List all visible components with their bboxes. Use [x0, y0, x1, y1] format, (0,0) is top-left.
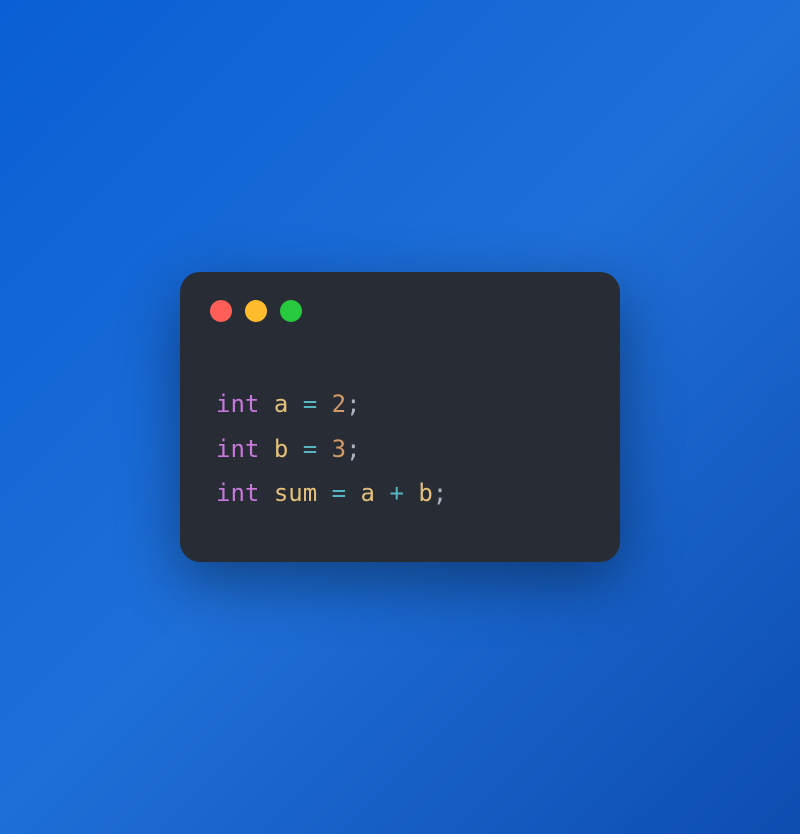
- close-icon[interactable]: [210, 300, 232, 322]
- code-token: =: [303, 435, 317, 463]
- code-token: int: [216, 435, 259, 463]
- code-token: ;: [346, 390, 360, 418]
- code-line: int a = 2;: [216, 382, 590, 426]
- code-token: [259, 479, 273, 507]
- code-token: [317, 435, 331, 463]
- code-token: int: [216, 390, 259, 418]
- code-token: [317, 479, 331, 507]
- code-block: int a = 2;int b = 3;int sum = a + b;: [210, 382, 590, 515]
- code-token: int: [216, 479, 259, 507]
- code-token: +: [389, 479, 403, 507]
- code-window: int a = 2;int b = 3;int sum = a + b;: [180, 272, 620, 561]
- code-token: b: [418, 479, 432, 507]
- code-token: 2: [332, 390, 346, 418]
- code-token: [375, 479, 389, 507]
- code-token: [288, 390, 302, 418]
- code-token: a: [361, 479, 375, 507]
- code-token: [288, 435, 302, 463]
- zoom-icon[interactable]: [280, 300, 302, 322]
- code-token: [346, 479, 360, 507]
- code-token: ;: [346, 435, 360, 463]
- code-token: [404, 479, 418, 507]
- code-token: sum: [274, 479, 317, 507]
- code-token: =: [303, 390, 317, 418]
- code-token: [317, 390, 331, 418]
- code-line: int b = 3;: [216, 427, 590, 471]
- code-token: a: [274, 390, 288, 418]
- code-token: 3: [332, 435, 346, 463]
- code-token: [259, 390, 273, 418]
- minimize-icon[interactable]: [245, 300, 267, 322]
- code-token: ;: [433, 479, 447, 507]
- window-titlebar: [210, 300, 590, 322]
- code-token: [259, 435, 273, 463]
- code-line: int sum = a + b;: [216, 471, 590, 515]
- code-token: b: [274, 435, 288, 463]
- code-token: =: [332, 479, 346, 507]
